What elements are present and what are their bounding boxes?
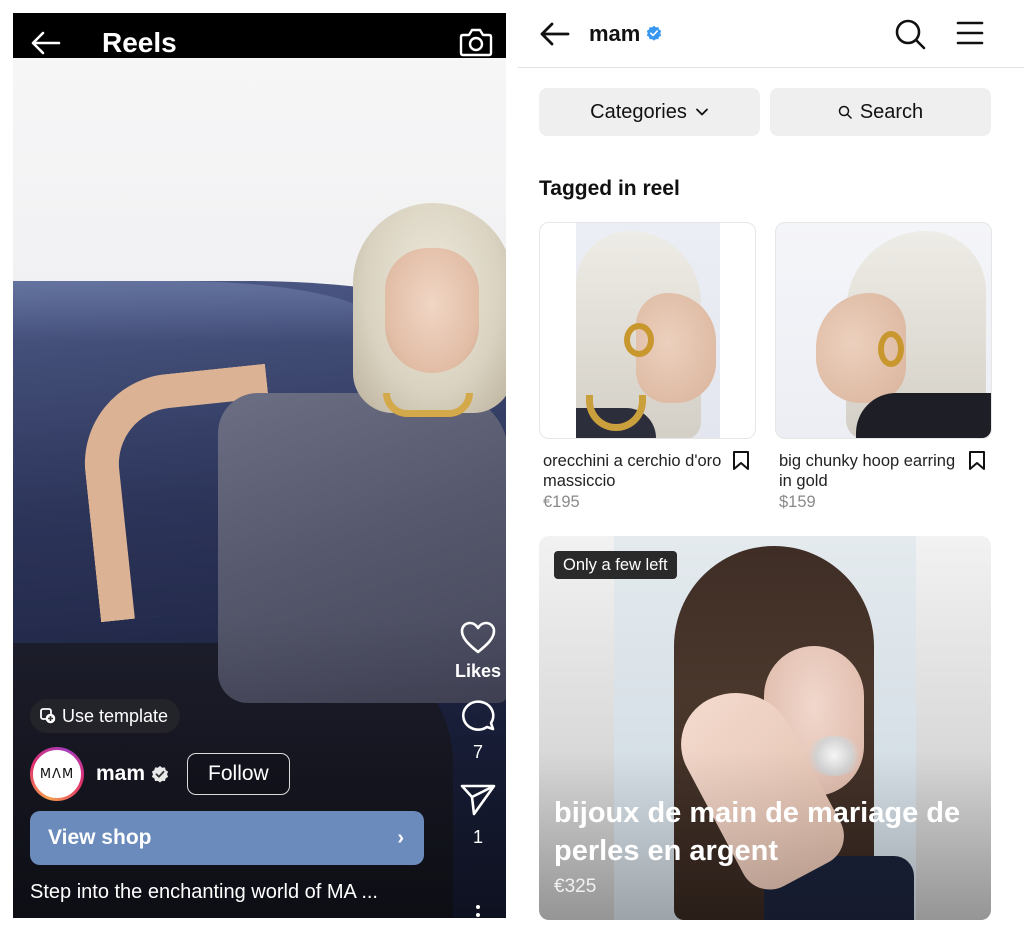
avatar-logo: MΛM — [33, 750, 81, 798]
product-image[interactable] — [775, 222, 992, 439]
product-price: €195 — [543, 493, 580, 511]
comments-count: 7 — [472, 742, 483, 762]
chevron-right-icon: › — [397, 826, 404, 849]
shop-header: mam — [518, 0, 1024, 68]
product-meta: big chunky hoop earring in gold $159 — [775, 451, 992, 512]
search-icon — [838, 105, 852, 119]
view-shop-button[interactable]: View shop › — [30, 811, 424, 865]
featured-product-price: €325 — [554, 876, 597, 897]
avatar[interactable]: MΛM — [30, 747, 84, 801]
reel-actions: Likes 7 1 — [453, 621, 503, 848]
categories-dropdown[interactable]: Categories — [539, 88, 760, 136]
featured-product-title: bijoux de main de mariage de perles en a… — [554, 797, 961, 867]
reels-header: Reels — [13, 13, 506, 58]
more-options-icon[interactable] — [475, 905, 481, 918]
product-card[interactable]: orecchini a cerchio d'oro massiccio €195 — [539, 222, 756, 512]
reel-model-necklace — [383, 393, 473, 417]
shop-username: mam — [589, 21, 641, 46]
bookmark-icon[interactable] — [732, 451, 750, 471]
product-photo — [576, 223, 720, 438]
search-label: Search — [859, 100, 924, 123]
categories-label: Categories — [590, 100, 687, 123]
chevron-down-icon — [695, 108, 708, 116]
likes-label: Likes — [454, 661, 502, 681]
photo-earring — [624, 323, 654, 357]
arrow-left-icon[interactable] — [29, 29, 61, 57]
send-icon[interactable] — [460, 783, 496, 817]
verified-badge-icon — [646, 25, 662, 41]
reels-screen: Reels Use template MΛM mam Follow View s… — [13, 13, 506, 918]
view-shop-label: View shop — [48, 826, 152, 849]
page-title: Reels — [102, 27, 177, 58]
hamburger-menu-icon[interactable] — [956, 20, 984, 46]
featured-product-card[interactable]: Only a few left bijoux de main de mariag… — [539, 536, 991, 920]
verified-badge-icon — [151, 765, 169, 783]
author-username[interactable]: mam — [96, 762, 145, 786]
use-template-label: Use template — [62, 705, 169, 726]
product-price: $159 — [779, 493, 816, 511]
shares-count: 1 — [472, 827, 483, 847]
shop-search-button[interactable]: Search — [770, 88, 991, 136]
camera-icon[interactable] — [459, 27, 493, 57]
photo-earring — [878, 331, 904, 367]
product-name: orecchini a cerchio d'oro massiccio — [543, 452, 722, 490]
section-title: Tagged in reel — [539, 177, 680, 200]
arrow-left-icon[interactable] — [538, 20, 570, 48]
photo-jacket — [856, 393, 991, 438]
follow-button[interactable]: Follow — [187, 753, 290, 795]
template-icon — [40, 708, 56, 724]
product-name: big chunky hoop earring in gold — [779, 452, 956, 490]
use-template-button[interactable]: Use template — [30, 699, 181, 733]
shop-screen: mam Categories Search Tagged in reel ore… — [518, 0, 1024, 931]
bookmark-icon[interactable] — [968, 451, 986, 471]
reel-author: MΛM mam Follow — [30, 747, 290, 801]
product-meta: orecchini a cerchio d'oro massiccio €195 — [539, 451, 756, 512]
heart-icon[interactable] — [460, 621, 496, 655]
reel-model-face — [385, 248, 479, 373]
comment-icon[interactable] — [460, 698, 496, 732]
search-icon[interactable] — [894, 18, 926, 50]
stock-badge: Only a few left — [554, 551, 677, 579]
product-card[interactable]: big chunky hoop earring in gold $159 — [775, 222, 992, 512]
product-image[interactable] — [539, 222, 756, 439]
reel-caption[interactable]: Step into the enchanting world of MA ... — [30, 881, 378, 904]
